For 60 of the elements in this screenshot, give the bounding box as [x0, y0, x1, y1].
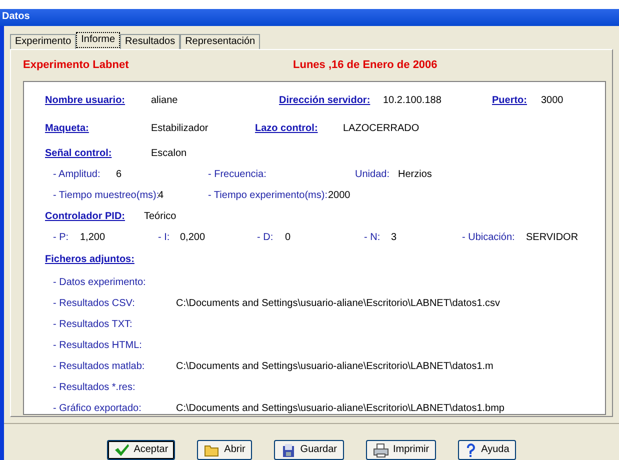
field-label: - Resultados *.res: — [53, 382, 136, 394]
report-title: Experimento Labnet — [23, 59, 130, 73]
field-label: - Ubicación: — [462, 232, 516, 244]
tab[interactable]: Resultados — [120, 34, 180, 49]
field-label: - Resultados CSV: — [53, 298, 136, 310]
field-value: LAZOCERRADO — [343, 123, 420, 135]
field-label: - I: — [158, 232, 171, 244]
dialog-button[interactable]: Guardar — [274, 440, 344, 460]
field-label: - Tiempo experimento(ms): — [208, 190, 328, 202]
field-value: 10.2.100.188 — [383, 95, 442, 107]
field-label: - Resultados TXT: — [53, 318, 134, 330]
tab[interactable]: Experimento — [10, 34, 76, 49]
field-value: Herzios — [398, 168, 432, 180]
field-value: C:\Documents and Settings\usuario-aliane\Escritorio\LABNET\datos1.m — [176, 360, 494, 372]
tab[interactable]: Informe — [76, 32, 120, 48]
field-value: Teórico — [144, 210, 176, 222]
dialog-button[interactable]: Ayuda — [458, 440, 516, 460]
field-label: - Frecuencia: — [208, 168, 268, 180]
field-label: Lazo control: — [255, 123, 319, 135]
dialog-button[interactable]: Abrir — [197, 440, 252, 460]
field-value: 0,200 — [180, 232, 206, 244]
field-label: Puerto: — [492, 95, 528, 107]
field-label: - P: — [53, 232, 70, 244]
field-label: - Gráfico exportado: — [53, 402, 142, 414]
field-value: 0 — [285, 232, 291, 244]
printer-icon — [372, 442, 389, 458]
check-icon — [114, 443, 130, 457]
field-value: C:\Documents and Settings\usuario-aliane\Escritorio\LABNET\datos1.csv — [176, 298, 500, 310]
section-heading: Ficheros adjuntos: — [45, 254, 134, 266]
report-date: Lunes ,16 de Enero de 2006 — [293, 59, 438, 73]
dialog-button[interactable]: Imprimir — [366, 440, 436, 460]
field-label: Señal control: — [45, 148, 113, 160]
field-label: Controlador PID: — [45, 210, 126, 222]
field-label: - Datos experimento: — [53, 276, 147, 288]
field-value: aliane — [151, 95, 178, 107]
field-label: Maqueta: — [45, 123, 90, 135]
field-label: - Resultados HTML: — [53, 340, 143, 352]
field-label: - D: — [257, 232, 274, 244]
tab[interactable]: Representación — [180, 34, 260, 49]
field-value: 2000 — [328, 190, 350, 202]
field-value: 6 — [116, 168, 122, 180]
field-value: 4 — [158, 190, 164, 202]
field-value: SERVIDOR — [526, 232, 578, 244]
field-label: - Amplitud: — [53, 168, 102, 180]
dialog-button[interactable]: Aceptar — [106, 440, 176, 460]
folder-icon — [204, 444, 220, 456]
field-value: 1,200 — [80, 232, 106, 244]
field-label: - N: — [364, 232, 382, 244]
field-label: - Resultados matlab: — [53, 360, 146, 372]
field-value: Estabilizador — [151, 123, 208, 135]
field-label: Dirección servidor: — [279, 95, 372, 107]
help-icon — [465, 442, 478, 458]
field-value: 3 — [391, 232, 397, 244]
field-value: 3000 — [541, 95, 564, 107]
field-value: Escalon — [151, 148, 187, 160]
field-label: - Tiempo muestreo(ms): — [53, 190, 158, 202]
field-value: C:\Documents and Settings\usuario-aliane\Escritorio\LABNET\datos1.bmp — [176, 402, 504, 414]
window-title: Datos — [0, 9, 619, 26]
field-label: Unidad: — [355, 168, 390, 180]
field-label: Nombre usuario: — [45, 95, 126, 107]
